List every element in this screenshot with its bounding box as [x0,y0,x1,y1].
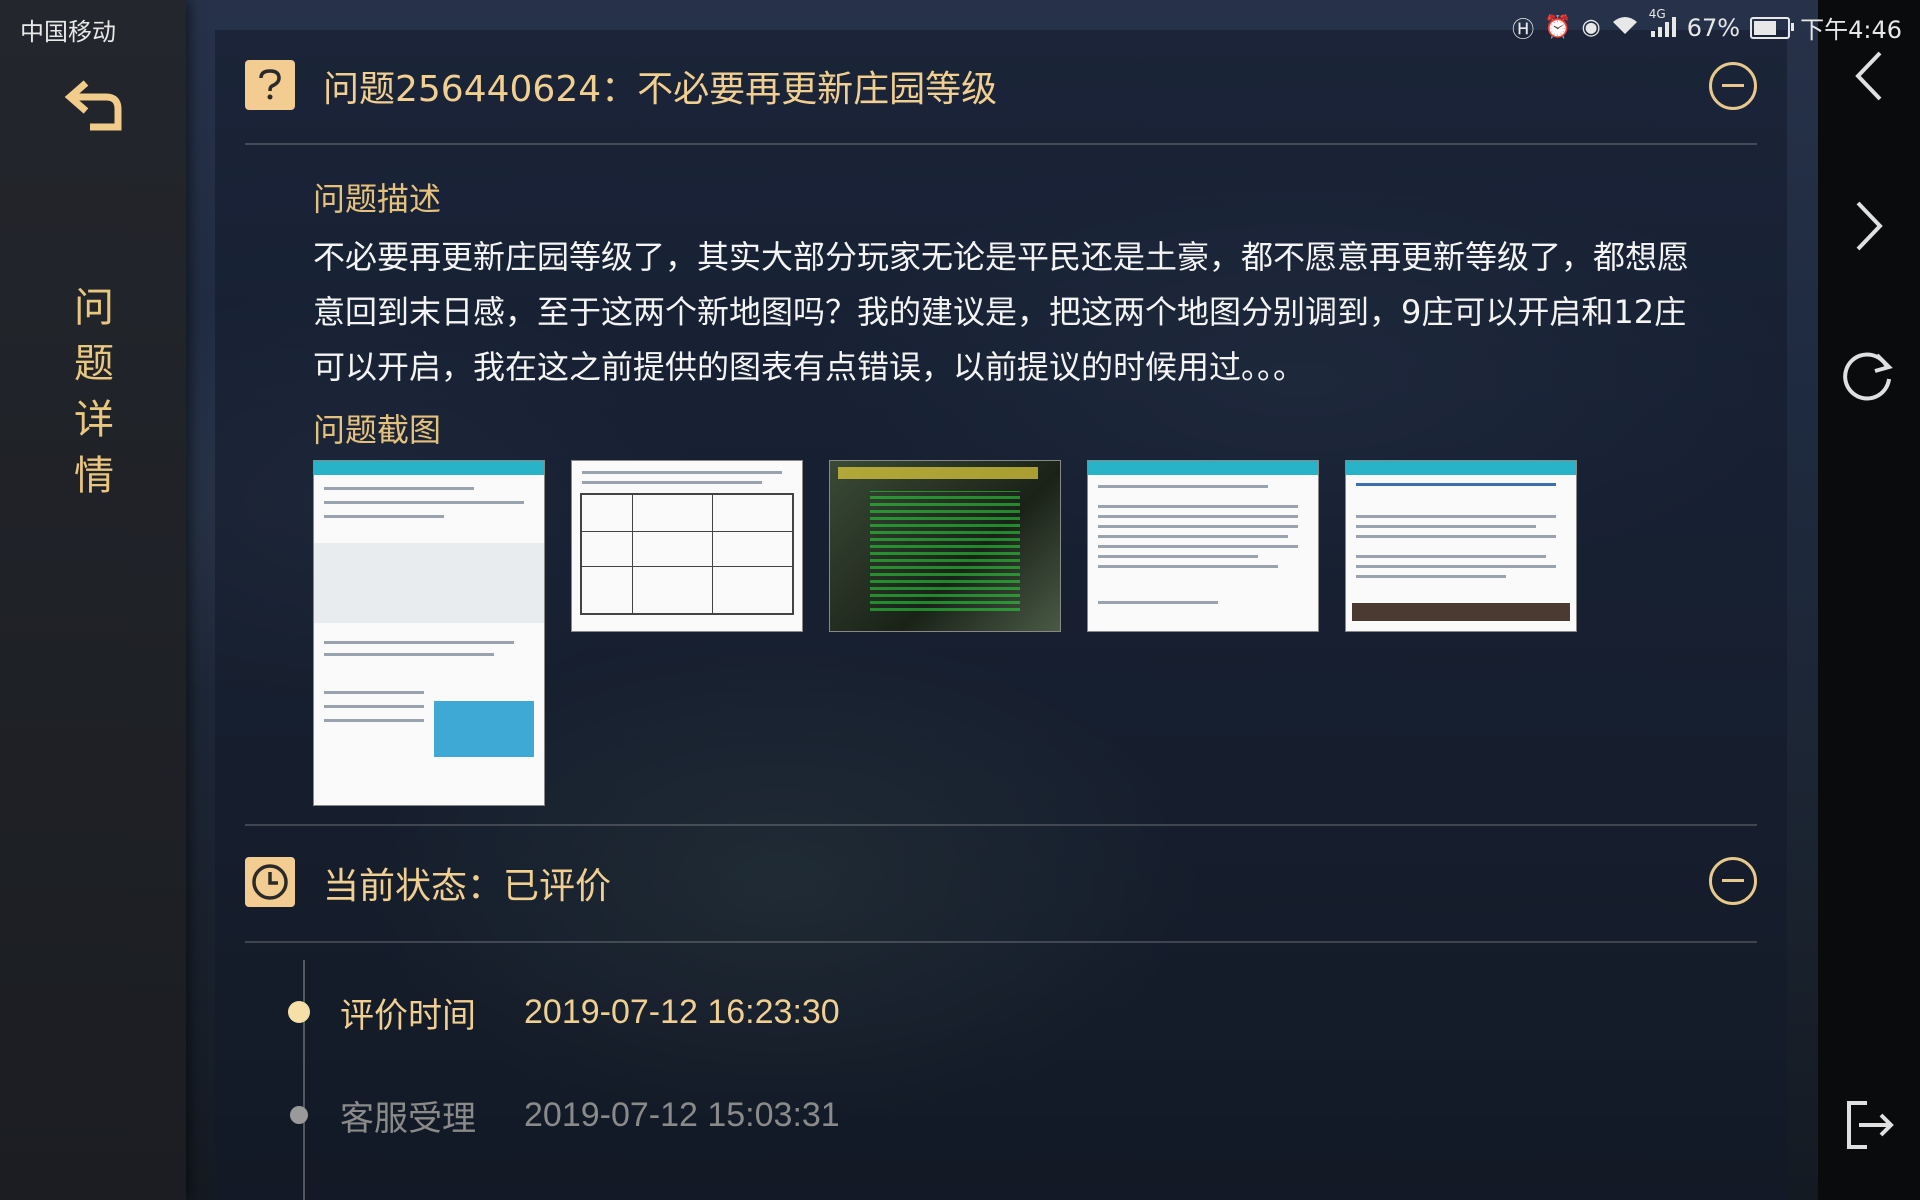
divider [245,941,1757,943]
timeline-time: 2019-07-12 15:03:31 [524,1095,840,1134]
timeline-label: 客服受理 [340,1098,476,1139]
screenshot-thumbnail[interactable] [1087,460,1319,632]
collapse-problem-button[interactable] [1709,62,1757,110]
divider [245,143,1757,145]
screenshot-thumbnail[interactable] [571,460,803,632]
sidebar-title: 问 题 详 情 [70,280,118,504]
sidebar-title-char: 详 [74,397,114,443]
carrier-name: 中国移动 [20,18,116,46]
refresh-icon [1843,352,1893,401]
left-sidebar: 问 题 详 情 [0,0,186,1200]
battery-percent: 67% [1686,13,1741,42]
timeline-item: 客服受理 2019-07-12 15:03:31 [288,1095,840,1139]
screenshots-label: 问题截图 [313,411,442,449]
status-icons: Ⓗ ⏰ ◉ 4G 67% 下午4:46 [1512,7,1902,45]
sidebar-title-char: 情 [74,453,114,499]
timeline-time: 2019-07-12 16:23:30 [524,992,840,1031]
description-label: 问题描述 [313,180,442,218]
timeline-dot [288,1001,310,1023]
timeline-dot [290,1106,308,1124]
refresh-button[interactable] [1838,344,1900,406]
problem-description: 不必要再更新庄园等级了，其实大部分玩家无论是平民还是土豪，都不愿意再更新等级了，… [313,238,1690,386]
screenshot-thumbnail[interactable] [313,460,545,806]
next-button[interactable] [1838,195,1900,257]
alarm-icon: ⏰ [1544,15,1572,40]
clock-icon [245,857,295,907]
screenshot-thumbnail[interactable] [829,460,1061,632]
screenshot-thumbnail[interactable] [1345,460,1577,632]
signal-icon: 4G [1649,7,1677,41]
eye-comfort-icon: ◉ [1581,15,1601,40]
return-arrow-icon [64,80,122,131]
sidebar-title-char: 题 [74,341,114,387]
network-type: 4G [1648,6,1666,21]
status-bar: 中国移动 Ⓗ ⏰ ◉ 4G 67% 下午4:46 [0,0,1920,54]
question-icon [245,60,295,110]
status-title: 当前状态：已评价 [323,866,612,907]
chevron-left-icon [1855,51,1882,101]
sidebar-title-char: 问 [74,285,114,331]
wifi-icon [1611,14,1639,42]
status-header: 当前状态：已评价 [245,825,1757,915]
exit-icon [1847,1101,1894,1149]
problem-title: 问题256440624：不必要再更新庄园等级 [323,69,998,110]
collapse-status-button[interactable] [1709,857,1757,905]
chevron-right-icon [1856,201,1883,251]
timeline-item: 评价时间 2019-07-12 16:23:30 [288,992,840,1036]
battery-icon [1750,16,1795,39]
previous-button[interactable] [1838,45,1900,107]
hd-icon: Ⓗ [1512,17,1535,43]
back-button[interactable] [56,70,132,140]
right-sidebar [1818,0,1920,1200]
timeline-label: 评价时间 [340,995,476,1036]
exit-button[interactable] [1838,1094,1900,1156]
clock: 下午4:46 [1800,16,1902,44]
